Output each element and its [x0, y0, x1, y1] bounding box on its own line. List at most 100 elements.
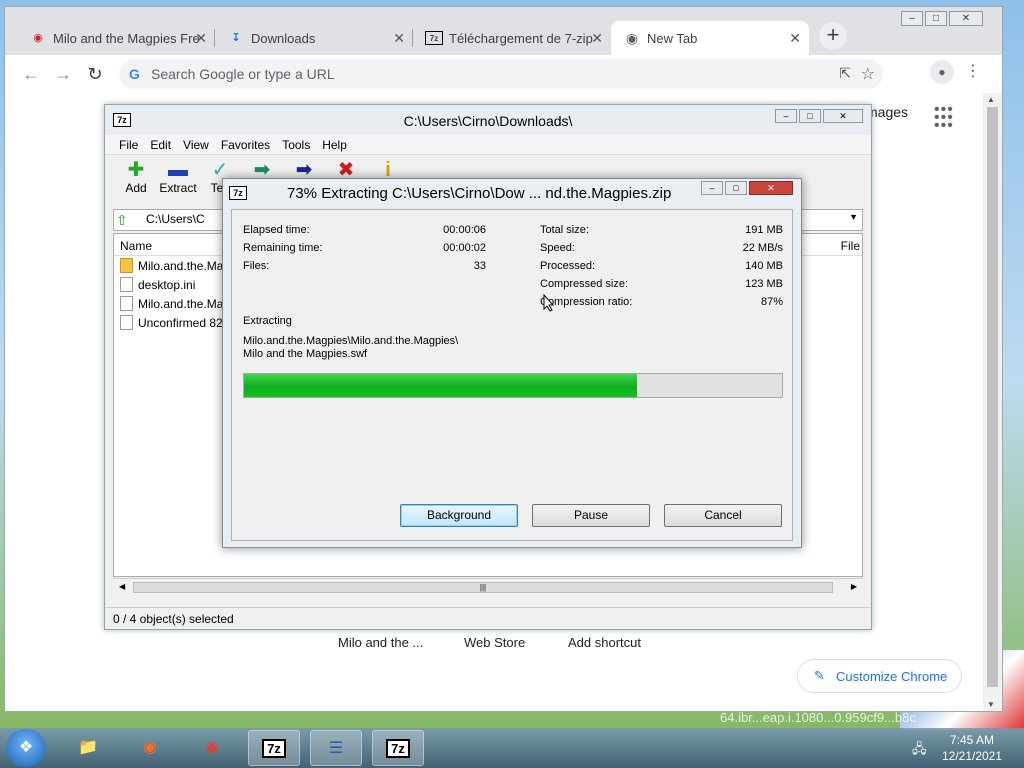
column-name[interactable]: Name [120, 239, 152, 253]
tab-strip: ◉ Milo and the Magpies Fre ✕ ↧ Downloads… [17, 21, 809, 55]
scroll-right-icon[interactable]: ▶ [851, 582, 857, 591]
explorer-icon[interactable]: 📁 [62, 730, 114, 766]
share-icon[interactable]: ⇱ [839, 65, 851, 82]
bookmark-star-icon[interactable]: ☆ [861, 64, 875, 84]
chrome-icon[interactable]: ◉ [186, 730, 238, 766]
maximize-icon[interactable]: □ [799, 109, 821, 123]
tab-7zip[interactable]: 7z Téléchargement de 7-zip ✕ [413, 21, 611, 55]
omnibox[interactable]: G Search Google or type a URL ⇱ ☆ [119, 59, 883, 89]
dialog-window-controls: – □ ✕ [701, 181, 793, 195]
close-icon[interactable]: ✕ [823, 109, 863, 123]
page-scrollbar[interactable]: ▲ ▼ [983, 93, 1002, 711]
tab-label: Milo and the Magpies Fre [53, 31, 200, 46]
menu-help[interactable]: Help [316, 135, 353, 154]
background-button[interactable]: Background [400, 504, 518, 527]
chevron-down-icon[interactable]: ▼ [849, 212, 858, 222]
progress-fill [244, 374, 637, 397]
minimize-icon[interactable]: – [775, 109, 797, 123]
scroll-thumb[interactable]: ||| [133, 582, 833, 593]
customize-chrome-button[interactable]: ✎ Customize Chrome [797, 659, 962, 693]
address-path: C:\Users\C [146, 212, 205, 226]
7zip-icon[interactable]: 7z [372, 730, 424, 766]
back-icon[interactable]: ← [19, 62, 43, 86]
reload-icon[interactable]: ↻ [83, 62, 107, 86]
menu-tools[interactable]: Tools [276, 135, 316, 154]
column-file[interactable]: File [841, 239, 860, 253]
tab-close-icon[interactable]: ✕ [393, 30, 405, 47]
compressed-size-label: Compressed size: [540, 278, 629, 290]
desktop-background-text: 64.ibr...eap.i.1080...0.959cf9...b8c [720, 710, 916, 725]
folder-icon [120, 258, 133, 273]
menu-view[interactable]: View [177, 135, 215, 154]
7zip-icon[interactable]: 7z [248, 730, 300, 766]
apps-grid-icon[interactable]: ••• ••• ••• [934, 102, 954, 134]
cancel-button[interactable]: Cancel [664, 504, 782, 527]
customize-label: Customize Chrome [836, 669, 948, 684]
current-path: Milo.and.the.Magpies\Milo.and.the.Magpie… [243, 335, 459, 347]
processed-label: Processed: [540, 260, 596, 272]
tab-close-icon[interactable]: ✕ [789, 30, 801, 47]
file-icon [120, 296, 133, 311]
total-size-value: 191 MB [745, 224, 783, 236]
total-size-label: Total size: [540, 224, 589, 236]
minimize-icon[interactable]: – [901, 11, 923, 26]
extract-progress-dialog: 7z 73% Extracting C:\Users\Cirno\Dow ...… [222, 178, 802, 548]
close-icon[interactable]: ✕ [949, 11, 983, 26]
scroll-down-icon[interactable]: ▼ [987, 700, 995, 709]
menu-icon[interactable]: ⋮ [963, 61, 983, 85]
network-icon[interactable]: 🖧 [912, 740, 927, 762]
google-icon: G [129, 66, 140, 82]
new-tab-button[interactable]: + [819, 22, 847, 50]
extract-progress-bar [243, 373, 783, 398]
add-label: Add [125, 181, 147, 195]
add-button[interactable]: ✚ Add [115, 155, 157, 201]
firefox-icon[interactable]: ◉ [124, 730, 176, 766]
fm-status-bar: 0 / 4 object(s) selected [105, 607, 871, 629]
remaining-label: Remaining time: [243, 242, 323, 254]
7zip-icon: 7z [113, 113, 131, 127]
images-link[interactable]: mages [866, 104, 908, 120]
tab-close-icon[interactable]: ✕ [591, 30, 603, 47]
extract-button[interactable]: ▬ Extract [157, 155, 199, 201]
menu-favorites[interactable]: Favorites [215, 135, 276, 154]
forward-icon[interactable]: → [51, 62, 75, 86]
scroll-thumb[interactable] [987, 107, 998, 687]
tab-new-tab[interactable]: ◉ New Tab ✕ [611, 21, 809, 55]
tab-milo[interactable]: ◉ Milo and the Magpies Fre ✕ [17, 21, 215, 55]
scroll-up-icon[interactable]: ▲ [987, 95, 995, 104]
fm-menubar: File Edit View Favorites Tools Help [105, 135, 871, 155]
shortcut-add[interactable]: Add shortcut [568, 635, 641, 650]
file-icon [120, 315, 133, 330]
maximize-icon[interactable]: □ [925, 11, 947, 26]
menu-edit[interactable]: Edit [144, 135, 177, 154]
current-file: Milo and the Magpies.swf [243, 348, 368, 360]
files-label: Files: [243, 260, 270, 272]
compression-ratio-value: 87% [760, 296, 783, 308]
add-icon: ✚ [127, 159, 145, 181]
pause-button[interactable]: Pause [532, 504, 650, 527]
notepad-icon[interactable]: ☰ [310, 730, 362, 766]
shortcut-web-store[interactable]: Web Store [464, 635, 525, 650]
scroll-left-icon[interactable]: ◀ [119, 582, 125, 591]
compressed-size-value: 123 MB [745, 278, 783, 290]
minimize-icon[interactable]: – [701, 181, 723, 195]
start-button[interactable]: ❖ [6, 729, 46, 767]
clock[interactable]: 7:45 AM 12/21/2021 [936, 732, 1008, 764]
dialog-titlebar[interactable]: 7z 73% Extracting C:\Users\Cirno\Dow ...… [223, 179, 801, 207]
fm-titlebar[interactable]: 7z C:\Users\Cirno\Downloads\ – □ ✕ [105, 105, 871, 135]
speed-value: 22 MB/s [742, 242, 783, 254]
extract-icon: ▬ [168, 159, 188, 181]
up-folder-icon[interactable]: ⇧ [116, 212, 128, 229]
profile-icon[interactable]: ● [930, 60, 954, 84]
elapsed-label: Elapsed time: [243, 224, 310, 236]
shortcut-milo[interactable]: Milo and the ... [338, 635, 423, 650]
maximize-icon[interactable]: □ [725, 181, 747, 195]
7zip-icon: 7z [425, 31, 443, 45]
chrome-window-controls: – □ ✕ [901, 11, 983, 26]
tab-close-icon[interactable]: ✕ [195, 30, 207, 47]
tab-downloads[interactable]: ↧ Downloads ✕ [215, 21, 413, 55]
close-icon[interactable]: ✕ [749, 181, 793, 195]
download-icon: ↧ [231, 32, 241, 44]
menu-file[interactable]: File [113, 135, 144, 154]
fm-horizontal-scrollbar[interactable]: ◀ ||| ▶ [113, 578, 863, 596]
